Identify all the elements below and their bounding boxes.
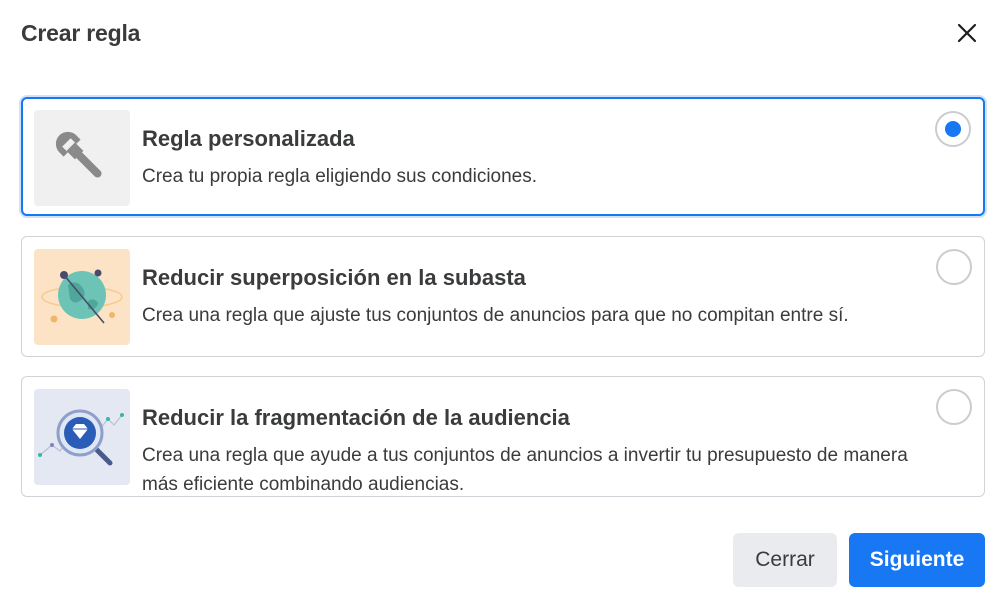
option-card-reducir-fragmentacion[interactable]: Reducir la fragmentación de la audiencia… [21, 376, 985, 497]
option-description: Crea tu propia regla eligiendo sus condi… [142, 166, 538, 187]
globe-orbit-icon [41, 269, 123, 324]
option-description: Crea una regla que ayude a tus conjuntos… [142, 445, 908, 495]
option-radio[interactable] [936, 249, 972, 285]
option-description: Crea una regla que ajuste tus conjuntos … [142, 305, 849, 326]
option-title: Reducir la fragmentación de la audiencia [142, 405, 570, 430]
option-thumbnail [34, 110, 130, 206]
wrench-icon [55, 131, 102, 178]
option-thumbnail [34, 249, 130, 345]
option-thumbnail [34, 389, 130, 485]
option-title: Regla personalizada [142, 126, 355, 151]
option-card-regla-personalizada[interactable]: Regla personalizada Crea tu propia regla… [21, 97, 985, 216]
next-button[interactable]: Siguiente [849, 533, 985, 587]
close-button[interactable] [950, 16, 984, 50]
close-dialog-button[interactable]: Cerrar [733, 533, 837, 587]
magnifier-diamond-icon [38, 409, 124, 466]
option-radio[interactable] [936, 389, 972, 425]
option-title: Reducir superposición en la subasta [142, 265, 526, 290]
close-icon [957, 23, 977, 43]
dialog-title: Crear regla [21, 20, 141, 46]
option-radio[interactable] [935, 111, 971, 147]
option-card-reducir-superposicion[interactable]: Reducir superposición en la subasta Crea… [21, 236, 985, 357]
